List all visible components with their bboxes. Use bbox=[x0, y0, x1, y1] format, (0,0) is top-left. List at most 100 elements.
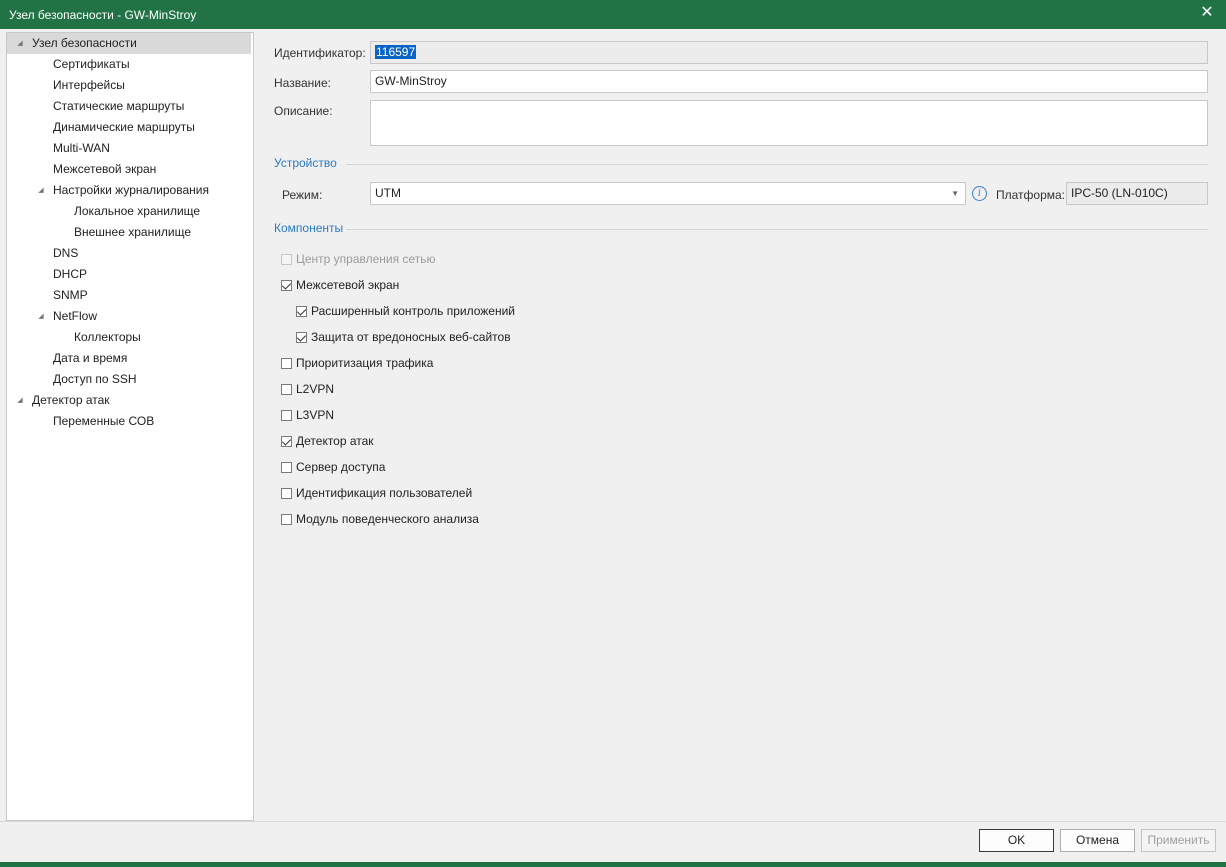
component-firewall[interactable]: Межсетевой экран bbox=[281, 277, 399, 293]
tree-item-label: Коллекторы bbox=[74, 330, 141, 344]
tree-item-attack-detector[interactable]: ◢ Детектор атак bbox=[7, 390, 253, 411]
tree-item-label: Переменные СОВ bbox=[53, 414, 155, 428]
tree-item-collectors[interactable]: Коллекторы bbox=[7, 327, 253, 348]
mode-combobox[interactable]: UTM ▼ bbox=[370, 182, 966, 205]
component-traffic-prioritization[interactable]: Приоритизация трафика bbox=[281, 355, 433, 371]
apply-button[interactable]: Применить bbox=[1141, 829, 1216, 852]
checkbox-label: Межсетевой экран bbox=[296, 278, 400, 292]
tree-item-logging-settings[interactable]: ◢ Настройки журналирования bbox=[7, 180, 253, 201]
tree-item-label: Межсетевой экран bbox=[53, 162, 157, 176]
checkbox-label: Идентификация пользователей bbox=[296, 486, 473, 500]
checkbox-label: Сервер доступа bbox=[296, 460, 386, 474]
checkbox-label: L3VPN bbox=[296, 408, 335, 422]
tree-item-firewall[interactable]: Межсетевой экран bbox=[7, 159, 253, 180]
checkbox-label: Центр управления сетью bbox=[296, 252, 436, 266]
component-attack-detector[interactable]: Детектор атак bbox=[281, 433, 374, 449]
tree-item-static-routes[interactable]: Статические маршруты bbox=[7, 96, 253, 117]
checkbox[interactable] bbox=[281, 409, 292, 421]
checkbox[interactable] bbox=[281, 513, 292, 525]
tree-item-label: Узел безопасности bbox=[32, 36, 137, 50]
checkbox[interactable] bbox=[296, 331, 307, 343]
checkbox[interactable] bbox=[281, 487, 292, 499]
checkbox[interactable] bbox=[281, 357, 292, 369]
id-label: Идентификатор: bbox=[274, 46, 366, 60]
chevron-down-icon[interactable]: ▼ bbox=[951, 183, 959, 204]
component-app-control[interactable]: Расширенный контроль приложений bbox=[296, 303, 515, 319]
name-value: GW-MinStroy bbox=[375, 74, 447, 88]
tree-item-label: Сертификаты bbox=[53, 57, 130, 71]
tree-item-multi-wan[interactable]: Multi-WAN bbox=[7, 138, 253, 159]
checkbox[interactable] bbox=[281, 253, 292, 265]
tree-item-label: Доступ по SSH bbox=[53, 372, 137, 386]
components-section-divider bbox=[346, 229, 1208, 230]
name-label: Название: bbox=[274, 76, 331, 90]
tree-item-label: Настройки журналирования bbox=[53, 183, 209, 197]
navigation-tree: ◢ Узел безопасности Сертификаты Интерфей… bbox=[6, 32, 254, 821]
description-label: Описание: bbox=[274, 104, 333, 118]
device-section-divider bbox=[346, 164, 1208, 165]
tree-item-dns[interactable]: DNS bbox=[7, 243, 253, 264]
component-user-identification[interactable]: Идентификация пользователей bbox=[281, 485, 472, 501]
tree-item-date-time[interactable]: Дата и время bbox=[7, 348, 253, 369]
checkbox[interactable] bbox=[281, 461, 292, 473]
component-malicious-sites-protection[interactable]: Защита от вредоносных веб-сайтов bbox=[296, 329, 511, 345]
footer-divider bbox=[0, 821, 1226, 822]
component-access-server[interactable]: Сервер доступа bbox=[281, 459, 385, 475]
tree-item-label: Динамические маршруты bbox=[53, 120, 195, 134]
expand-arrow-icon[interactable]: ◢ bbox=[15, 33, 25, 54]
checkbox-label: Детектор атак bbox=[296, 434, 374, 448]
tree-item-dynamic-routes[interactable]: Динамические маршруты bbox=[7, 117, 253, 138]
tree-item-label: Multi-WAN bbox=[53, 141, 110, 155]
tree-item-label: Статические маршруты bbox=[53, 99, 185, 113]
tree-item-label: Детектор атак bbox=[32, 393, 110, 407]
checkbox-label: Модуль поведенческого анализа bbox=[296, 512, 479, 526]
expand-arrow-icon[interactable]: ◢ bbox=[36, 306, 46, 327]
platform-label: Платформа: bbox=[996, 188, 1066, 202]
components-section-title: Компоненты bbox=[274, 221, 344, 235]
tree-item-label: Внешнее хранилище bbox=[74, 225, 192, 239]
tree-item-label: NetFlow bbox=[53, 309, 98, 323]
platform-field: IPC-50 (LN-010C) bbox=[1066, 182, 1208, 205]
checkbox[interactable] bbox=[281, 279, 292, 291]
component-l3vpn[interactable]: L3VPN bbox=[281, 407, 334, 423]
tree-item-interfaces[interactable]: Интерфейсы bbox=[7, 75, 253, 96]
description-field[interactable] bbox=[370, 100, 1208, 146]
tree-item-certificates[interactable]: Сертификаты bbox=[7, 54, 253, 75]
tree-item-dhcp[interactable]: DHCP bbox=[7, 264, 253, 285]
component-behavior-analysis[interactable]: Модуль поведенческого анализа bbox=[281, 511, 479, 527]
info-icon[interactable]: i bbox=[972, 186, 987, 201]
tree-item-snmp[interactable]: SNMP bbox=[7, 285, 253, 306]
close-icon[interactable]: ✕ bbox=[1198, 4, 1216, 22]
tree-item-external-storage[interactable]: Внешнее хранилище bbox=[7, 222, 253, 243]
mode-value: UTM bbox=[375, 186, 401, 200]
settings-panel: Идентификатор: 116597 Название: GW-MinSt… bbox=[254, 32, 1220, 821]
tree-item-security-node[interactable]: ◢ Узел безопасности bbox=[7, 33, 251, 54]
tree-item-label: Локальное хранилище bbox=[74, 204, 201, 218]
id-value: 116597 bbox=[375, 45, 417, 59]
expand-arrow-icon[interactable]: ◢ bbox=[36, 180, 46, 201]
tree-item-label: DHCP bbox=[53, 267, 88, 281]
device-section-title: Устройство bbox=[274, 156, 337, 170]
tree-item-ids-variables[interactable]: Переменные СОВ bbox=[7, 411, 253, 432]
checkbox[interactable] bbox=[296, 305, 307, 317]
name-field[interactable]: GW-MinStroy bbox=[370, 70, 1208, 93]
tree-item-label: Интерфейсы bbox=[53, 78, 125, 92]
window-title: Узел безопасности - GW-MinStroy bbox=[9, 7, 197, 22]
checkbox[interactable] bbox=[281, 435, 292, 447]
checkbox-label: Расширенный контроль приложений bbox=[311, 304, 516, 318]
tree-item-netflow[interactable]: ◢ NetFlow bbox=[7, 306, 253, 327]
component-l2vpn[interactable]: L2VPN bbox=[281, 381, 334, 397]
tree-item-ssh-access[interactable]: Доступ по SSH bbox=[7, 369, 253, 390]
tree-item-local-storage[interactable]: Локальное хранилище bbox=[7, 201, 253, 222]
component-network-control-center[interactable]: Центр управления сетью bbox=[281, 251, 436, 267]
checkbox-label: Приоритизация трафика bbox=[296, 356, 434, 370]
checkbox-label: L2VPN bbox=[296, 382, 335, 396]
cancel-button[interactable]: Отмена bbox=[1060, 829, 1135, 852]
id-field[interactable]: 116597 bbox=[370, 41, 1208, 64]
tree-item-label: DNS bbox=[53, 246, 79, 260]
checkbox[interactable] bbox=[281, 383, 292, 395]
ok-button[interactable]: OK bbox=[979, 829, 1054, 852]
window-bottom-strip bbox=[0, 862, 1226, 867]
title-bar: Узел безопасности - GW-MinStroy ✕ bbox=[0, 0, 1226, 29]
expand-arrow-icon[interactable]: ◢ bbox=[15, 390, 25, 411]
